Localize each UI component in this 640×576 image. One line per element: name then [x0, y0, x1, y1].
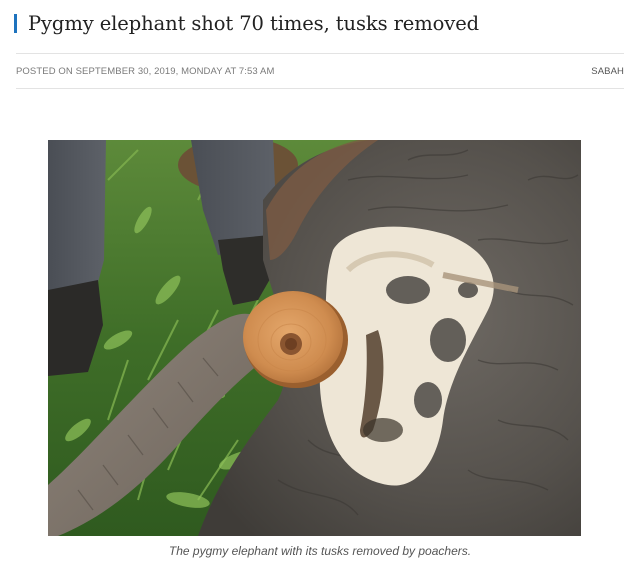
divider-bottom [16, 88, 624, 89]
article-header: Pygmy elephant shot 70 times, tusks remo… [14, 8, 626, 38]
category-link[interactable]: SABAH [591, 66, 624, 77]
post-date: POSTED ON SEPTEMBER 30, 2019, MONDAY AT … [16, 65, 275, 77]
divider-top [16, 53, 624, 54]
article-title: Pygmy elephant shot 70 times, tusks remo… [28, 11, 480, 35]
article-photo [48, 140, 581, 536]
title-accent-bar [14, 13, 17, 33]
photo-caption: The pygmy elephant with its tusks remove… [168, 544, 472, 558]
article-meta: POSTED ON SEPTEMBER 30, 2019, MONDAY AT … [16, 60, 624, 82]
